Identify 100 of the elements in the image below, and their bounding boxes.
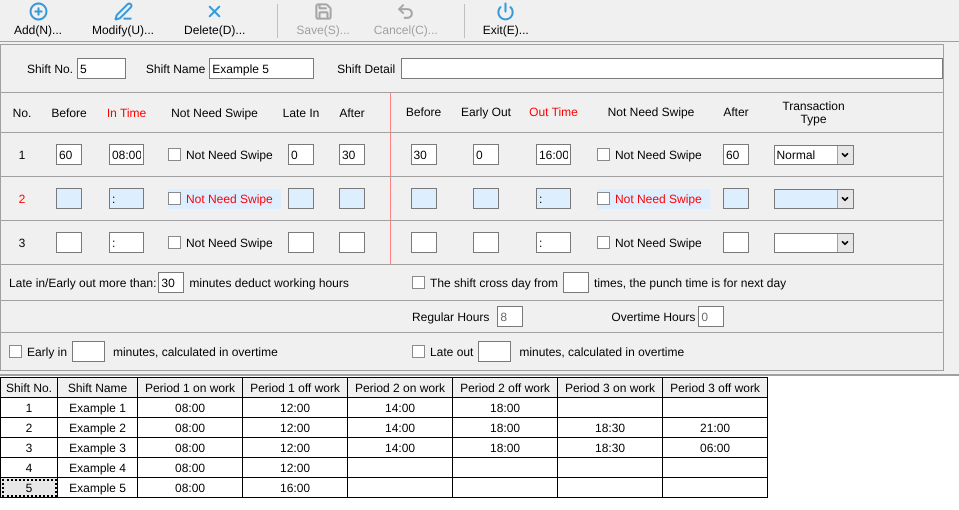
input-field[interactable]: 30 <box>339 144 365 165</box>
checkbox-field[interactable]: Not Need Swipe <box>168 232 281 252</box>
column-header[interactable]: Shift Name <box>58 378 138 398</box>
input-field[interactable] <box>339 232 365 253</box>
input-field[interactable]: 5 <box>77 58 126 79</box>
column-header: After <box>339 104 365 122</box>
time-field[interactable]: : <box>536 232 571 253</box>
table-cell: 18:30 <box>558 438 663 458</box>
checkbox[interactable] <box>597 148 610 161</box>
toolbar-button[interactable]: Modify(U)... <box>84 2 162 39</box>
table-cell: 16:00 <box>242 478 348 498</box>
input-field[interactable] <box>56 188 82 209</box>
label: Regular Hours <box>412 308 490 326</box>
time-field[interactable]: : <box>536 188 571 209</box>
label: times, the punch time is for next day <box>594 274 786 292</box>
time-field[interactable]: : <box>109 232 144 253</box>
checkbox[interactable] <box>597 192 610 205</box>
input-field[interactable] <box>401 58 944 79</box>
input-field[interactable] <box>723 232 749 253</box>
table-cell: 08:00 <box>138 438 243 458</box>
table-cell: 08:00 <box>138 418 243 438</box>
input-field[interactable]: Example 5 <box>209 58 314 79</box>
table-cell: 08:00 <box>138 458 243 478</box>
table-cell: 21:00 <box>662 418 768 438</box>
checkbox[interactable] <box>168 236 181 249</box>
table-cell: 3 <box>0 438 58 458</box>
input-field[interactable] <box>410 188 436 209</box>
add-icon <box>28 2 48 21</box>
column-header[interactable]: Period 3 on work <box>558 378 663 398</box>
input-field[interactable] <box>288 232 314 253</box>
label: Late in/Early out more than: <box>9 274 156 292</box>
input-field[interactable]: 0 <box>473 144 499 165</box>
input-field[interactable]: 30 <box>158 272 184 293</box>
input-field[interactable] <box>410 232 436 253</box>
input-field[interactable] <box>563 272 590 293</box>
label: minutes deduct working hours <box>189 274 349 292</box>
save-icon <box>314 2 333 21</box>
checkbox[interactable] <box>9 345 22 358</box>
table-cell: 12:00 <box>242 438 348 458</box>
column-header: Transaction Type <box>781 100 846 126</box>
dropdown[interactable] <box>774 232 854 252</box>
toolbar-button[interactable]: Exit(E)... <box>474 2 537 39</box>
checkbox-field[interactable]: Not Need Swipe <box>168 144 281 164</box>
label: minutes, calculated in overtime <box>113 344 278 360</box>
input-field[interactable] <box>72 341 106 362</box>
input-field[interactable]: 0 <box>698 306 724 327</box>
checkbox[interactable] <box>412 276 425 289</box>
power-icon <box>496 2 516 21</box>
input-field[interactable]: 0 <box>288 144 314 165</box>
time-field[interactable]: : <box>109 188 144 209</box>
table-cell: 4 <box>0 458 58 478</box>
undo-icon <box>396 2 416 21</box>
input-field[interactable]: 60 <box>723 144 749 165</box>
column-header[interactable]: Period 3 off work <box>662 378 768 398</box>
table-cell: 12:00 <box>242 418 348 438</box>
column-header[interactable]: Shift No. <box>0 378 58 398</box>
table-cell: 18:30 <box>558 418 663 438</box>
dropdown[interactable]: Normal <box>774 144 854 164</box>
column-header: After <box>723 106 749 119</box>
input-field[interactable] <box>723 188 749 209</box>
toolbar-button[interactable]: Add(N)... <box>6 2 70 39</box>
table-cell: Example 3 <box>58 438 138 458</box>
input-field[interactable]: 30 <box>410 144 436 165</box>
column-header[interactable]: Period 2 on work <box>348 378 453 398</box>
input-field[interactable] <box>339 188 365 209</box>
column-header: Not Need Swipe <box>171 104 258 122</box>
checkbox[interactable] <box>412 345 425 358</box>
table-cell: 5 <box>0 478 58 498</box>
column-header: Early Out <box>460 106 511 119</box>
input-field[interactable] <box>478 341 512 362</box>
checkbox-field[interactable]: Not Need Swipe <box>597 144 710 164</box>
toolbar-button[interactable]: Delete(D)... <box>176 2 254 39</box>
checkbox[interactable] <box>597 236 610 249</box>
table-cell: 06:00 <box>662 438 768 458</box>
column-header: Late In <box>282 104 320 122</box>
dropdown[interactable] <box>774 188 854 208</box>
input-field[interactable] <box>473 232 499 253</box>
input-field[interactable]: 60 <box>56 144 82 165</box>
table-cell: Example 1 <box>58 398 138 418</box>
table-cell: Example 2 <box>58 418 138 438</box>
checkbox-field[interactable]: Not Need Swipe <box>597 232 710 252</box>
table-cell: 08:00 <box>138 478 243 498</box>
input-field[interactable]: 8 <box>497 306 524 327</box>
input-field[interactable] <box>56 232 82 253</box>
table-cell: 18:00 <box>452 438 558 458</box>
row-number: 3 <box>18 234 26 252</box>
label: Shift No. <box>27 60 74 78</box>
label: Late out <box>430 344 474 360</box>
column-header[interactable]: Period 2 off work <box>452 378 558 398</box>
column-header: Not Need Swipe <box>608 106 694 119</box>
column-header[interactable]: Period 1 on work <box>138 378 243 398</box>
input-field[interactable] <box>473 188 499 209</box>
checkbox[interactable] <box>168 192 181 205</box>
column-header[interactable]: Period 1 off work <box>242 378 348 398</box>
input-field[interactable] <box>288 188 314 209</box>
table-cell: 14:00 <box>348 438 453 458</box>
label: The shift cross day from <box>430 274 558 292</box>
row-number: 2 <box>18 190 26 208</box>
label: minutes, calculated in overtime <box>519 344 684 360</box>
checkbox[interactable] <box>168 148 181 161</box>
